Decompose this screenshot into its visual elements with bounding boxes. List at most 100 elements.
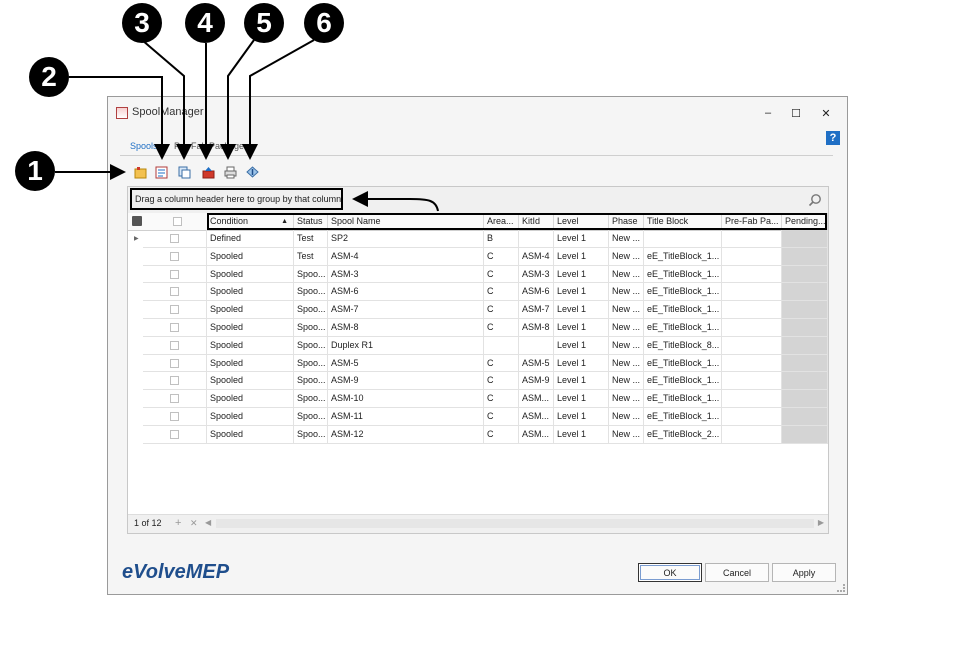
cell-condition[interactable]: Spooled	[207, 301, 294, 319]
cell-kitid[interactable]: ASM-6	[519, 283, 554, 302]
cell-status[interactable]: Spoo...	[294, 336, 328, 355]
cell-status[interactable]: Spoo...	[294, 301, 328, 319]
print-icon[interactable]	[223, 165, 237, 179]
cell-kitid[interactable]: ASM...	[519, 390, 554, 408]
cell-kitid[interactable]: ASM-5	[519, 354, 554, 373]
table-row[interactable]: Spooled Spoo... ASM-5 C ASM-5 Level 1 New ... e…	[128, 354, 828, 373]
cell-status[interactable]: Spoo...	[294, 283, 328, 302]
table-row[interactable]: Spooled Spoo... ASM-6 C ASM-6 Level 1 New ... e…	[128, 283, 828, 302]
cell-condition[interactable]: Spooled	[207, 319, 294, 337]
group-by-hint[interactable]: Drag a column header here to group by th…	[130, 188, 343, 210]
cell-area[interactable]: C	[484, 319, 519, 337]
cell-title-block[interactable]: eE_TitleBlock_1...	[644, 301, 722, 319]
scroll-left-icon[interactable]: ◀	[205, 518, 211, 527]
cell-phase[interactable]: New ...	[609, 230, 644, 248]
cell-pending[interactable]	[782, 390, 828, 408]
row-checkbox[interactable]	[170, 394, 179, 404]
cell-status[interactable]: Spoo...	[294, 408, 328, 426]
cell-level[interactable]: Level 1	[554, 390, 609, 408]
cell-phase[interactable]: New ...	[609, 283, 644, 302]
cell-status[interactable]: Test	[294, 247, 328, 266]
cell-pending[interactable]	[782, 247, 828, 266]
cell-condition[interactable]: Spooled	[207, 283, 294, 302]
row-selector[interactable]	[143, 247, 207, 266]
cell-pre-fab-package[interactable]	[722, 336, 782, 355]
table-row[interactable]: Spooled Spoo... ASM-8 C ASM-8 Level 1 New ... e…	[128, 319, 828, 337]
cell-level[interactable]: Level 1	[554, 425, 609, 444]
cell-spool-name[interactable]: ASM-11	[328, 408, 484, 426]
cell-phase[interactable]: New ...	[609, 247, 644, 266]
row-selector[interactable]	[143, 354, 207, 373]
cell-condition[interactable]: Spooled	[207, 247, 294, 266]
cell-area[interactable]: B	[484, 230, 519, 248]
cell-spool-name[interactable]: ASM-12	[328, 425, 484, 444]
table-row[interactable]: Spooled Spoo... Duplex R1 Level 1 New ... eE_…	[128, 336, 828, 355]
row-selector[interactable]	[143, 301, 207, 319]
cell-phase[interactable]: New ...	[609, 425, 644, 444]
cell-area[interactable]: C	[484, 390, 519, 408]
cell-kitid[interactable]	[519, 336, 554, 355]
table-row[interactable]: Spooled Spoo... ASM-3 C ASM-3 Level 1 New ... e…	[128, 265, 828, 284]
cell-pre-fab-package[interactable]	[722, 372, 782, 391]
cell-title-block[interactable]: eE_TitleBlock_1...	[644, 265, 722, 284]
row-checkbox[interactable]	[170, 340, 179, 350]
cell-phase[interactable]: New ...	[609, 354, 644, 373]
cell-area[interactable]: C	[484, 372, 519, 391]
table-row[interactable]: Spooled Spoo... ASM-9 C ASM-9 Level 1 New ... e…	[128, 372, 828, 391]
row-checkbox[interactable]	[170, 412, 179, 421]
copy-spool-icon[interactable]	[177, 165, 191, 179]
row-selector[interactable]	[143, 283, 207, 302]
row-selector[interactable]	[143, 390, 207, 408]
cell-area[interactable]: C	[484, 265, 519, 284]
import-icon[interactable]	[245, 165, 259, 179]
cell-spool-name[interactable]: ASM-9	[328, 372, 484, 391]
row-checkbox[interactable]	[170, 269, 179, 279]
maximize-button[interactable]: ☐	[784, 103, 808, 123]
column-chooser-icon[interactable]	[132, 216, 142, 226]
cell-condition[interactable]: Spooled	[207, 425, 294, 444]
cell-phase[interactable]: New ...	[609, 336, 644, 355]
cell-condition[interactable]: Defined	[207, 230, 294, 248]
cell-pre-fab-package[interactable]	[722, 425, 782, 444]
row-checkbox[interactable]	[170, 305, 179, 315]
cell-status[interactable]: Spoo...	[294, 265, 328, 284]
cell-area[interactable]: C	[484, 425, 519, 444]
cell-condition[interactable]: Spooled	[207, 354, 294, 373]
cell-phase[interactable]: New ...	[609, 265, 644, 284]
cell-spool-name[interactable]: Duplex R1	[328, 336, 484, 355]
cell-spool-name[interactable]: ASM-6	[328, 283, 484, 302]
cell-spool-name[interactable]: ASM-10	[328, 390, 484, 408]
cell-level[interactable]: Level 1	[554, 283, 609, 302]
cell-spool-name[interactable]: ASM-7	[328, 301, 484, 319]
table-row[interactable]: Spooled Spoo... ASM-11 C ASM... Level 1 New ..…	[128, 408, 828, 426]
cell-spool-name[interactable]: ASM-3	[328, 265, 484, 284]
cell-status[interactable]: Spoo...	[294, 425, 328, 444]
close-button[interactable]: ✕	[814, 103, 838, 123]
resize-grip-icon[interactable]	[837, 584, 845, 592]
cell-status[interactable]: Spoo...	[294, 319, 328, 337]
search-icon[interactable]	[808, 193, 822, 207]
cell-kitid[interactable]: ASM-3	[519, 265, 554, 284]
cell-pending[interactable]	[782, 425, 828, 444]
cell-kitid[interactable]: ASM-9	[519, 372, 554, 391]
cell-spool-name[interactable]: ASM-5	[328, 354, 484, 373]
cell-level[interactable]: Level 1	[554, 247, 609, 266]
add-record-button[interactable]: +	[175, 517, 181, 529]
table-row[interactable]: Spooled Test ASM-4 C ASM-4 Level 1 New ... eE_T…	[128, 247, 828, 266]
cell-level[interactable]: Level 1	[554, 408, 609, 426]
cell-level[interactable]: Level 1	[554, 230, 609, 248]
cell-area[interactable]: C	[484, 354, 519, 373]
cell-kitid[interactable]: ASM...	[519, 425, 554, 444]
cell-condition[interactable]: Spooled	[207, 336, 294, 355]
cell-spool-name[interactable]: SP2	[328, 230, 484, 248]
cell-kitid[interactable]: ASM-8	[519, 319, 554, 337]
row-selector[interactable]	[143, 408, 207, 426]
cell-condition[interactable]: Spooled	[207, 265, 294, 284]
cell-phase[interactable]: New ...	[609, 372, 644, 391]
row-checkbox[interactable]	[170, 251, 179, 261]
cell-pending[interactable]	[782, 336, 828, 355]
cell-phase[interactable]: New ...	[609, 390, 644, 408]
cell-pre-fab-package[interactable]	[722, 230, 782, 248]
cell-title-block[interactable]: eE_TitleBlock_2...	[644, 425, 722, 444]
cell-status[interactable]: Spoo...	[294, 354, 328, 373]
